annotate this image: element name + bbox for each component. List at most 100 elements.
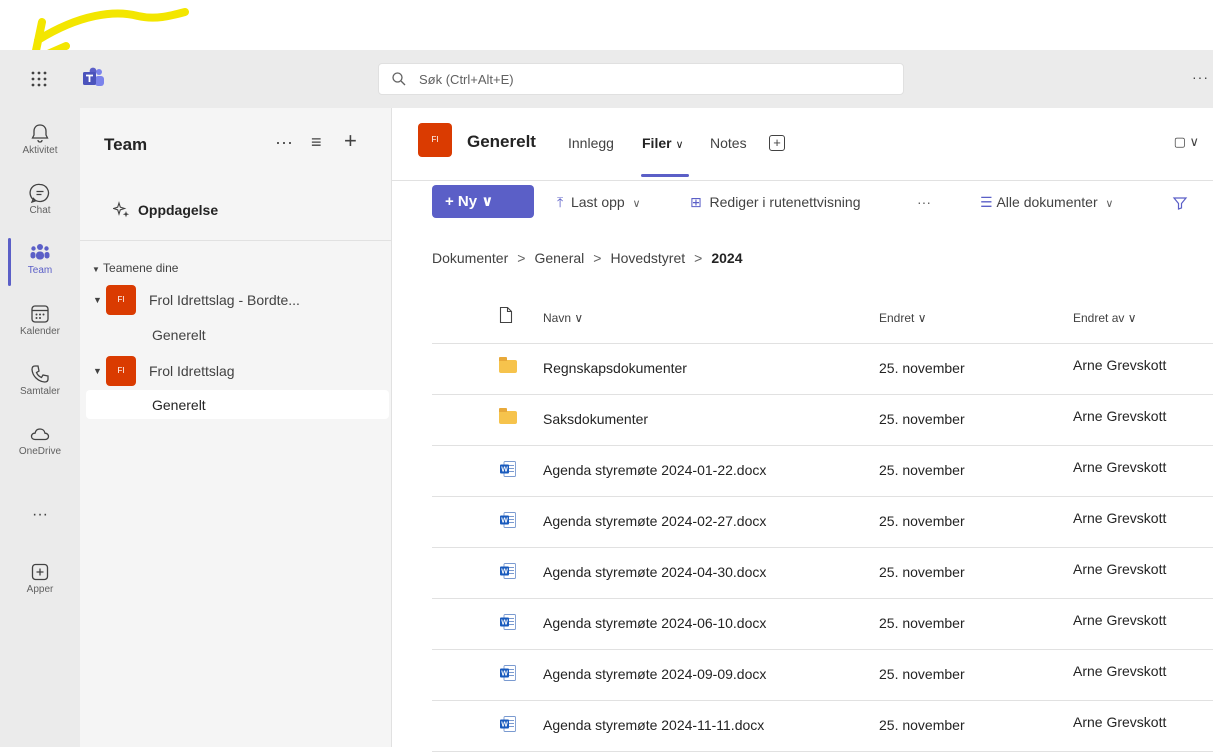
search-placeholder: Søk (Ctrl+Alt+E) (419, 72, 514, 87)
file-name[interactable]: Agenda styremøte 2024-06-10.docx (543, 615, 766, 631)
rail-item-samtaler[interactable]: Samtaler (0, 353, 80, 413)
filter-button[interactable]: ≡ (311, 132, 322, 153)
file-modified-by: Arne Grevskott (1073, 663, 1167, 679)
breadcrumb-current: 2024 (711, 250, 743, 266)
collapse-caret-icon[interactable]: ▼ (93, 295, 102, 305)
tab-filer-label: Filer (642, 135, 672, 151)
channel-name: Generelt (152, 397, 206, 413)
new-button-label: + Ny ∨ (445, 193, 494, 210)
breadcrumb-separator: > (517, 250, 526, 266)
table-row[interactable]: W Agenda styremøte 2024-02-27.docx 25. n… (432, 496, 1213, 548)
word-document-icon: W (499, 461, 517, 485)
new-button[interactable]: + Ny ∨ (432, 185, 534, 218)
rail-item-chat[interactable]: Chat (0, 172, 80, 232)
file-name[interactable]: Agenda styremøte 2024-09-09.docx (543, 666, 766, 682)
channel-name: Generelt (152, 327, 206, 343)
list-view-icon: ☰ (980, 194, 993, 210)
app-rail: Aktivitet Chat Team Kalender Samtaler On… (0, 108, 80, 747)
team-item[interactable]: ▼ FI Frol Idrettslag - Bordte... (80, 283, 391, 317)
rail-label-team: Team (27, 265, 53, 276)
rail-item-apper[interactable]: Apper (0, 551, 80, 611)
rail-item-onedrive[interactable]: OneDrive (0, 413, 80, 473)
file-name[interactable]: Agenda styremøte 2024-02-27.docx (543, 513, 766, 529)
file-name[interactable]: Regnskapsdokumenter (543, 360, 687, 376)
file-name[interactable]: Agenda styremøte 2024-11-11.docx (543, 717, 764, 733)
file-type-icon (499, 306, 513, 324)
rail-item-kalender[interactable]: Kalender (0, 293, 80, 353)
channel-title: Generelt (467, 132, 536, 151)
table-row[interactable]: W Agenda styremøte 2024-11-11.docx 25. n… (432, 700, 1213, 752)
word-document-icon: W (499, 614, 517, 638)
grid-view-button[interactable]: ⊞ Rediger i rutenettvisning (690, 194, 861, 211)
meet-button[interactable]: ▢ ∨ (1174, 134, 1199, 150)
panel-more-button[interactable]: ··· (275, 132, 293, 153)
filter-icon[interactable] (1172, 195, 1188, 211)
column-header-name[interactable]: Navn ∨ (543, 311, 583, 325)
discover-item[interactable]: Oppdagelse (80, 180, 391, 241)
folder-icon (499, 357, 517, 373)
app-launcher-icon[interactable] (26, 66, 52, 92)
file-modified-by: Arne Grevskott (1073, 459, 1167, 475)
file-name[interactable]: Saksdokumenter (543, 411, 648, 427)
grid-view-label: Rediger i rutenettvisning (709, 194, 861, 210)
upload-button[interactable]: ⤒ Last opp ∨ (557, 194, 641, 211)
file-modified-by: Arne Grevskott (1073, 714, 1167, 730)
team-item[interactable]: ▼ FI Frol Idrettslag (80, 354, 391, 388)
panel-title: Team (104, 135, 148, 154)
table-row[interactable]: W Agenda styremøte 2024-01-22.docx 25. n… (432, 445, 1213, 497)
add-tab-button[interactable]: + (769, 135, 785, 151)
file-name[interactable]: Agenda styremøte 2024-04-30.docx (543, 564, 766, 580)
file-modified: 25. november (879, 666, 965, 682)
table-row[interactable]: W Agenda styremøte 2024-04-30.docx 25. n… (432, 547, 1213, 599)
more-apps-icon: ··· (32, 506, 48, 523)
view-selector-label: Alle dokumenter (996, 194, 1098, 210)
chat-icon (29, 183, 50, 204)
settings-more-button[interactable]: ··· (1192, 69, 1209, 85)
rail-label-samtaler: Samtaler (19, 386, 60, 397)
team-icon (30, 244, 50, 260)
your-teams-header[interactable]: ▼ Teamene dine (92, 261, 178, 275)
chevron-down-icon: ∨ (632, 198, 641, 210)
breadcrumb-item[interactable]: Dokumenter (432, 250, 508, 266)
table-header-row: Navn ∨ Endret ∨ Endret av ∨ (432, 292, 1213, 344)
rail-item-more[interactable]: ··· (0, 498, 80, 558)
breadcrumb-item[interactable]: General (534, 250, 584, 266)
channel-item-selected[interactable]: Generelt (86, 390, 389, 419)
table-row[interactable]: W Agenda styremøte 2024-09-09.docx 25. n… (432, 649, 1213, 701)
tab-filer[interactable]: Filer ∨ (642, 135, 684, 151)
search-input[interactable]: Søk (Ctrl+Alt+E) (378, 63, 904, 95)
file-modified: 25. november (879, 411, 965, 427)
table-row[interactable]: Saksdokumenter 25. november Arne Grevsko… (432, 394, 1213, 446)
column-header-modified[interactable]: Endret ∨ (879, 311, 926, 325)
svg-text:W: W (501, 518, 508, 525)
rail-item-team[interactable]: Team (0, 232, 80, 292)
teams-logo-icon (83, 67, 104, 86)
upload-icon: ⤒ (557, 194, 564, 210)
file-name[interactable]: Agenda styremøte 2024-01-22.docx (543, 462, 766, 478)
word-document-icon: W (499, 563, 517, 587)
svg-text:W: W (501, 467, 508, 474)
channel-avatar: FI (418, 123, 452, 157)
team-name: Frol Idrettslag (149, 363, 235, 379)
chevron-down-icon: ∨ (1105, 198, 1114, 210)
svg-text:W: W (501, 722, 508, 729)
teams-panel: Team ··· ≡ + Oppdagelse ▼ Teamene dine ▼… (80, 108, 392, 747)
table-row[interactable]: Regnskapsdokumenter 25. november Arne Gr… (432, 343, 1213, 395)
table-row[interactable]: W Agenda styremøte 2024-06-10.docx 25. n… (432, 598, 1213, 650)
create-team-button[interactable]: + (344, 128, 357, 154)
tab-innlegg[interactable]: Innlegg (568, 135, 614, 151)
active-tab-indicator (641, 174, 689, 177)
breadcrumb-separator: > (593, 250, 602, 266)
breadcrumb-item[interactable]: Hovedstyret (610, 250, 685, 266)
rail-label-aktivitet: Aktivitet (22, 145, 58, 156)
search-icon (392, 72, 406, 86)
channel-main: FI Generelt Innlegg Filer ∨ Notes + ▢ ∨ … (392, 108, 1213, 752)
view-selector[interactable]: ☰ Alle dokumenter ∨ (980, 194, 1113, 211)
word-document-icon: W (499, 716, 517, 740)
rail-item-aktivitet[interactable]: Aktivitet (0, 112, 80, 172)
channel-item[interactable]: Generelt (86, 320, 389, 349)
collapse-caret-icon[interactable]: ▼ (93, 366, 102, 376)
toolbar-more-button[interactable]: ··· (917, 194, 931, 210)
column-header-modified-by[interactable]: Endret av ∨ (1073, 311, 1136, 325)
tab-notes[interactable]: Notes (710, 135, 747, 151)
